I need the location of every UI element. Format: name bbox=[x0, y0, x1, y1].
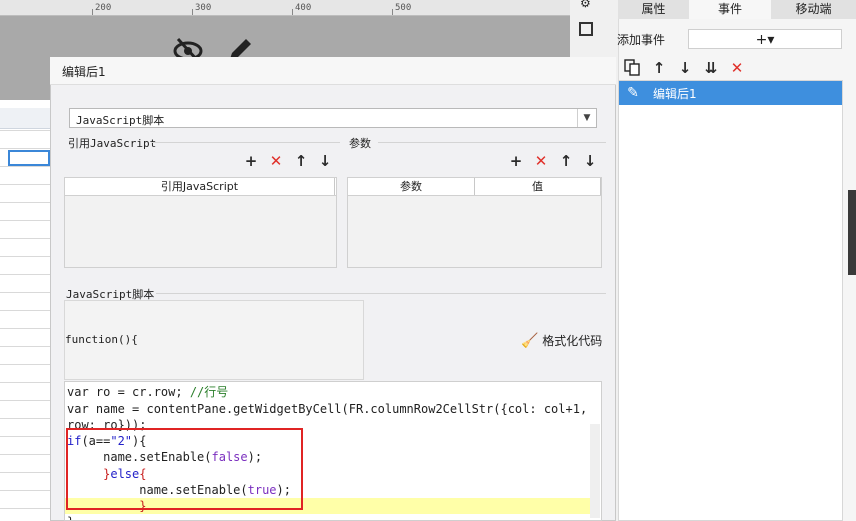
broom-icon: 🧹 bbox=[521, 333, 539, 349]
function-header: function(){ bbox=[65, 333, 138, 346]
horizontal-ruler: 200 300 400 500 bbox=[0, 0, 570, 16]
tab-events[interactable]: 事件 bbox=[689, 0, 771, 19]
ref-js-table: 引用JavaScript bbox=[64, 177, 337, 268]
delete-icon[interactable]: ✕ bbox=[727, 58, 747, 78]
editor-scrollbar[interactable] bbox=[590, 424, 600, 518]
script-type-select[interactable]: JavaScript脚本 ▼ bbox=[69, 108, 597, 128]
ruler-tick bbox=[392, 9, 393, 15]
params-table: 参数 值 bbox=[347, 177, 602, 268]
move-down-ref-icon[interactable]: ↓ bbox=[316, 152, 334, 170]
column-header bbox=[0, 108, 50, 129]
section-divider bbox=[152, 142, 340, 143]
event-list-item[interactable]: ✎ 编辑后1 bbox=[619, 81, 842, 105]
frame-icon[interactable] bbox=[579, 22, 593, 36]
move-down-param-icon[interactable]: ↓ bbox=[581, 152, 599, 170]
tab-properties[interactable]: 属性 bbox=[618, 0, 689, 19]
column-header-value[interactable]: 值 bbox=[475, 178, 601, 195]
highlight-annotation-box bbox=[66, 428, 303, 510]
settings-icon[interactable]: ⚙ bbox=[580, 0, 591, 10]
add-ref-icon[interactable]: + bbox=[242, 152, 260, 170]
table-header: 引用JavaScript bbox=[65, 178, 336, 196]
format-code-button[interactable]: 🧹 格式化代码 bbox=[521, 332, 602, 350]
ruler-label: 200 bbox=[95, 3, 112, 13]
arrow-down-icon[interactable]: ↓ bbox=[675, 58, 695, 78]
move-bottom-icon[interactable]: ⇊ bbox=[701, 58, 721, 78]
panel-scrollbar[interactable] bbox=[848, 190, 856, 275]
delete-ref-icon[interactable]: ✕ bbox=[267, 152, 285, 170]
code-line: var name = contentPane.getWidgetByCell(F… bbox=[67, 402, 588, 416]
ruler-label: 500 bbox=[395, 3, 412, 13]
event-list bbox=[618, 80, 843, 521]
add-param-icon[interactable]: + bbox=[507, 152, 525, 170]
function-header-box: function(){ bbox=[64, 300, 364, 380]
code-line: } bbox=[67, 514, 74, 520]
dialog-title-bar: 编辑后1 bbox=[50, 57, 616, 85]
ruler-tick bbox=[192, 9, 193, 15]
delete-param-icon[interactable]: ✕ bbox=[532, 152, 550, 170]
move-up-ref-icon[interactable]: ↑ bbox=[292, 152, 310, 170]
dialog-title: 编辑后1 bbox=[62, 65, 106, 79]
tab-mobile[interactable]: 移动端 bbox=[771, 0, 856, 19]
table-header: 参数 值 bbox=[348, 178, 601, 196]
add-event-button[interactable]: +▾ bbox=[688, 29, 842, 49]
column-header-param[interactable]: 参数 bbox=[348, 178, 475, 195]
script-type-value: JavaScript脚本 bbox=[76, 114, 165, 127]
ref-js-section-title: 引用JavaScript bbox=[68, 137, 157, 150]
ruler-label: 300 bbox=[195, 3, 212, 13]
chevron-down-icon[interactable]: ▼ bbox=[577, 109, 596, 127]
params-section-title: 参数 bbox=[349, 137, 371, 150]
copy-icon[interactable] bbox=[622, 58, 642, 78]
ruler-label: 400 bbox=[295, 3, 312, 13]
format-code-label: 格式化代码 bbox=[542, 334, 603, 348]
ruler-tick bbox=[292, 9, 293, 15]
ruler-tick bbox=[92, 9, 93, 15]
selected-cell[interactable] bbox=[8, 150, 50, 166]
add-event-label: 添加事件 bbox=[617, 33, 666, 47]
edit-pencil-icon: ✎ bbox=[627, 85, 639, 101]
section-divider bbox=[378, 142, 606, 143]
column-header-ref-js[interactable]: 引用JavaScript bbox=[65, 178, 335, 195]
move-up-param-icon[interactable]: ↑ bbox=[557, 152, 575, 170]
code-line: var ro = cr.row; //行号 bbox=[67, 385, 229, 399]
arrow-up-icon[interactable]: ↑ bbox=[649, 58, 669, 78]
section-divider bbox=[156, 293, 606, 294]
event-item-label: 编辑后1 bbox=[653, 87, 697, 101]
